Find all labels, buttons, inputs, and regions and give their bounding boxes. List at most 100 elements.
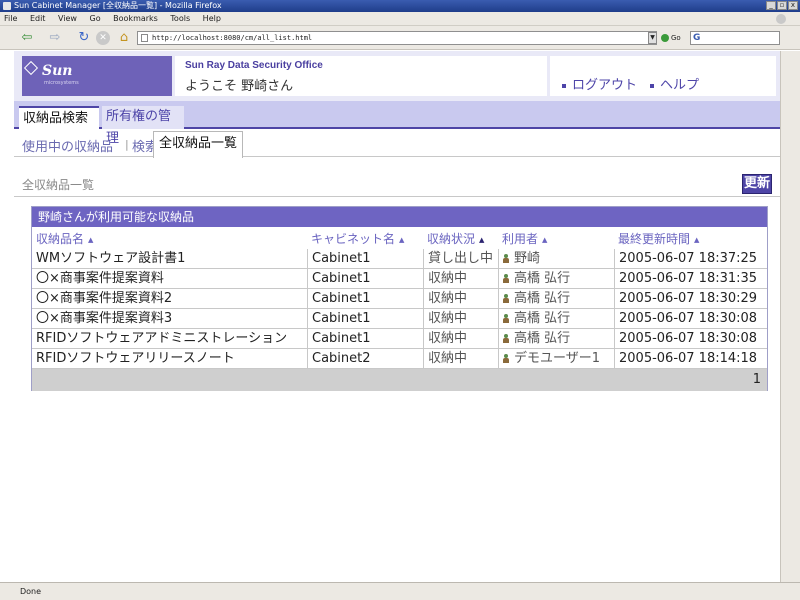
cell-status: 収納中 [423, 329, 498, 349]
search-input[interactable]: G [690, 31, 780, 45]
go-button[interactable]: Go [661, 32, 687, 44]
cell-status: 収納中 [423, 269, 498, 289]
go-label: Go [671, 34, 681, 42]
tab-item-search[interactable]: 収納品検索 [19, 106, 99, 129]
cell-cabinet: Cabinet1 [307, 269, 423, 289]
title-bar: Sun Cabinet Manager [全収納品一覧] - Mozilla F… [0, 0, 800, 12]
close-button[interactable]: x [788, 1, 798, 10]
user-icon [503, 274, 509, 283]
tab-ownership-management[interactable]: 所有権の管理 [102, 106, 184, 146]
page-number[interactable]: 1 [753, 372, 761, 387]
logout-link[interactable]: ログアウト [562, 74, 637, 93]
items-table: 野崎さんが利用可能な収納品 収納品名 ▲ キャビネット名 ▲ 収納状況 ▲ 利用者 ▲ … [31, 206, 768, 391]
user-name: 高橋 弘行 [514, 291, 571, 306]
header-links: ログアウト ヘルプ [550, 56, 776, 96]
sun-logo[interactable]: Sun microsystems [22, 56, 172, 96]
secondary-tab-bar: 使用中の収納品 | 検索 全収納品一覧 [14, 129, 780, 158]
cell-user: 高橋 弘行 [498, 329, 614, 349]
cell-item-name: WMソフトウェア設計書1 [36, 251, 186, 266]
welcome-text: ようこそ 野崎さん [185, 79, 294, 94]
cell-cabinet: Cabinet2 [307, 349, 423, 369]
window-controls: _ ▫ x [766, 1, 798, 10]
menu-go[interactable]: Go [90, 14, 101, 23]
table-row[interactable]: WMソフトウェア設計書1 Cabinet1 貸し出し中 野崎 2005-06-0… [32, 249, 767, 269]
logout-label: ログアウト [572, 78, 638, 93]
status-text: Done [20, 587, 42, 596]
table-row[interactable]: 〇×商事案件提案資料3 Cabinet1 収納中 高橋 弘行 2005-06-0… [32, 309, 767, 329]
subtab-items-in-use[interactable]: 使用中の収納品 [22, 136, 113, 155]
column-header-item-name[interactable]: 収納品名 ▲ [36, 230, 93, 247]
search-engine-icon: G [693, 33, 701, 43]
maximize-button[interactable]: ▫ [777, 1, 787, 10]
cell-status: 収納中 [423, 289, 498, 309]
column-label: 収納状況 [427, 232, 476, 246]
throbber-icon [776, 14, 786, 24]
cell-status: 収納中 [423, 349, 498, 369]
user-name: 高橋 弘行 [514, 311, 571, 326]
status-bar: Done [0, 582, 800, 600]
table-row[interactable]: RFIDソフトウェアリリースノート Cabinet2 収納中 デモユーザー1 2… [32, 349, 767, 369]
user-icon [503, 354, 509, 363]
cell-last-updated: 2005-06-07 18:14:18 [614, 349, 767, 369]
user-name: 野崎 [514, 251, 541, 266]
reload-icon[interactable]: ↻ [76, 30, 92, 46]
section-title: 全収納品一覧 [22, 178, 95, 192]
subtab-all-items[interactable]: 全収納品一覧 [153, 131, 243, 158]
cell-last-updated: 2005-06-07 18:37:25 [614, 249, 767, 269]
menu-bookmarks[interactable]: Bookmarks [113, 14, 158, 23]
cell-item-name: 〇×商事案件提案資料2 [36, 291, 173, 306]
logo-text: Sun [42, 63, 73, 79]
forward-arrow-icon[interactable]: ⇨ [46, 30, 64, 46]
column-header-user[interactable]: 利用者 ▲ [502, 230, 547, 247]
menu-view[interactable]: View [58, 14, 77, 23]
table-row[interactable]: 〇×商事案件提案資料2 Cabinet1 収納中 高橋 弘行 2005-06-0… [32, 289, 767, 309]
table-row[interactable]: RFIDソフトウェアアドミニストレーション Cabinet1 収納中 高橋 弘行… [32, 329, 767, 349]
minimize-button[interactable]: _ [766, 1, 776, 10]
column-label: 収納品名 [36, 232, 85, 246]
help-label: ヘルプ [660, 78, 700, 93]
cell-last-updated: 2005-06-07 18:30:08 [614, 309, 767, 329]
browser-window: Sun Cabinet Manager [全収納品一覧] - Mozilla F… [0, 0, 800, 600]
url-text: http://localhost:8080/cm/all_list.html [152, 34, 313, 42]
column-label: 最終更新時間 [618, 232, 691, 246]
column-label: キャビネット名 [311, 232, 396, 246]
go-icon [661, 34, 669, 42]
primary-tab-bar: 収納品検索 所有権の管理 [14, 101, 780, 146]
cell-last-updated: 2005-06-07 18:30:29 [614, 289, 767, 309]
url-bar[interactable]: http://localhost:8080/cm/all_list.html [137, 31, 657, 45]
stop-icon[interactable]: ✕ [96, 31, 110, 45]
page-header: Sun microsystems Sun Ray Data Security O… [14, 51, 780, 101]
refresh-button[interactable]: 更新 [742, 174, 772, 194]
window-icon [3, 2, 11, 10]
home-icon[interactable]: ⌂ [116, 30, 132, 46]
column-header-last-updated[interactable]: 最終更新時間 ▲ [618, 230, 699, 247]
cell-user: 野崎 [498, 249, 614, 269]
cell-cabinet: Cabinet1 [307, 309, 423, 329]
user-icon [503, 294, 509, 303]
url-dropdown-icon[interactable]: ▼ [648, 32, 657, 44]
bullet-icon [562, 83, 566, 88]
cell-user: 高橋 弘行 [498, 269, 614, 289]
menu-file[interactable]: File [4, 14, 17, 23]
back-arrow-icon[interactable]: ⇦ [18, 30, 36, 46]
vertical-scrollbar[interactable] [780, 51, 800, 582]
menu-help[interactable]: Help [203, 14, 221, 23]
product-name: Sun Ray Data Security Office [185, 60, 323, 71]
user-icon [503, 314, 509, 323]
cell-item-name: RFIDソフトウェアアドミニストレーション [36, 331, 288, 346]
table-pager: 1 [32, 369, 767, 391]
section-divider [14, 196, 780, 197]
page-content: Sun microsystems Sun Ray Data Security O… [14, 51, 780, 582]
menu-tools[interactable]: Tools [170, 14, 190, 23]
help-link[interactable]: ヘルプ [650, 74, 699, 93]
cell-status: 収納中 [423, 309, 498, 329]
subtab-separator: | [125, 138, 129, 151]
table-row[interactable]: 〇×商事案件提案資料 Cabinet1 収納中 高橋 弘行 2005-06-07… [32, 269, 767, 289]
page-left-margin [0, 51, 14, 582]
column-header-status[interactable]: 収納状況 ▲ [427, 230, 484, 247]
user-name: デモユーザー1 [514, 351, 601, 366]
column-header-cabinet[interactable]: キャビネット名 ▲ [311, 230, 404, 247]
menu-edit[interactable]: Edit [30, 14, 46, 23]
menu-bar: File Edit View Go Bookmarks Tools Help [0, 12, 800, 26]
sort-arrow-icon: ▲ [694, 235, 700, 244]
